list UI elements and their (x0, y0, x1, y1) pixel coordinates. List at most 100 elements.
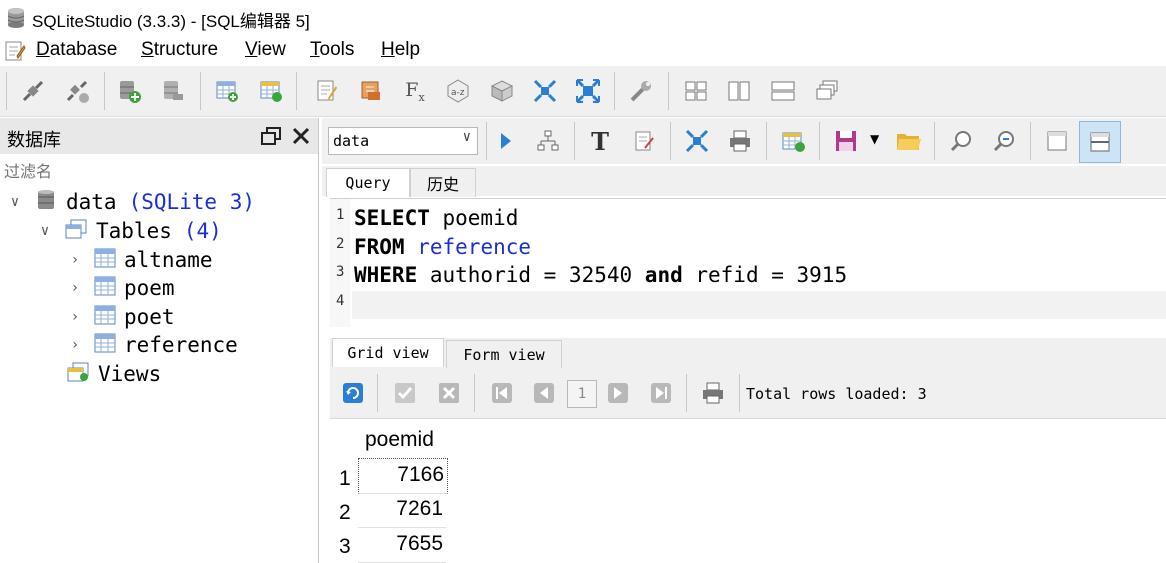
explain-query-icon[interactable] (533, 126, 563, 156)
tab-grid-view[interactable]: Grid view (332, 338, 444, 367)
disconnect-db-icon[interactable] (62, 76, 92, 106)
tree-views[interactable]: Views (66, 360, 161, 388)
cascade-windows-icon[interactable] (812, 76, 842, 106)
row-number[interactable]: 3 (339, 535, 351, 559)
database-name: data (66, 190, 117, 214)
edit-table-icon[interactable] (256, 76, 286, 106)
filter-input[interactable] (4, 162, 304, 181)
float-dock-icon[interactable] (260, 126, 282, 150)
next-page-icon[interactable] (603, 378, 633, 408)
line-number: 4 (336, 293, 345, 309)
chevron-right-icon[interactable]: › (66, 309, 84, 325)
menu-help[interactable]: Help (381, 39, 420, 61)
create-view-icon[interactable] (778, 126, 808, 156)
tree-table-item[interactable]: › reference (66, 331, 238, 359)
edit-database-icon[interactable] (158, 76, 188, 106)
main-toolbar: Fx a-z (0, 66, 1166, 117)
close-icon[interactable] (291, 126, 311, 150)
menu-view[interactable]: View (245, 39, 286, 61)
menu-tools[interactable]: Tools (310, 39, 354, 61)
table-cell[interactable]: 7655 (358, 528, 446, 563)
chevron-right-icon[interactable]: › (66, 252, 84, 268)
dock-header: 数据库 (0, 118, 318, 154)
refresh-icon[interactable] (338, 378, 368, 408)
previous-page-icon[interactable] (529, 378, 559, 408)
find-icon[interactable] (946, 126, 976, 156)
tab-form-view[interactable]: Form view (446, 340, 562, 369)
tile-vertical-icon[interactable] (768, 76, 798, 106)
sql-line-2: FROM reference (354, 235, 532, 259)
window-title: SQLiteStudio (3.3.3) - [SQL编辑器 5] (32, 12, 310, 31)
sql-editor[interactable]: 1 2 3 4 SELECT poemid FROM reference WHE… (330, 198, 1166, 327)
table-cell[interactable]: 7261 (358, 493, 446, 528)
rollback-icon[interactable] (434, 378, 464, 408)
print-icon[interactable] (725, 126, 755, 156)
collapse-tree-icon[interactable] (530, 76, 560, 106)
config-wrench-icon[interactable] (626, 76, 656, 106)
tables-label: Tables (96, 219, 172, 243)
create-table-icon[interactable] (212, 76, 242, 106)
results-grid: poemid 1 2 3 7166 7261 7655 (330, 420, 1166, 563)
connect-db-icon[interactable] (18, 76, 48, 106)
tree-table-item[interactable]: › poet (66, 303, 175, 331)
table-cell[interactable]: 7166 (358, 458, 448, 494)
export-results-icon[interactable] (698, 378, 728, 408)
clear-history-icon[interactable] (629, 126, 659, 156)
chevron-right-icon[interactable]: › (66, 337, 84, 353)
save-sql-icon[interactable] (831, 126, 861, 156)
tree-database-data[interactable]: ∨ data (SQLite 3) (6, 188, 255, 216)
line-number: 2 (336, 236, 345, 252)
mnemonic-letter: H (381, 39, 395, 60)
menu-database[interactable]: Database (36, 39, 117, 61)
functions-editor-icon[interactable]: Fx (400, 76, 430, 106)
extensions-manager-icon[interactable] (487, 76, 517, 106)
tab-query[interactable]: Query (326, 168, 410, 197)
editor-only-view-icon[interactable] (1042, 126, 1072, 156)
tile-windows-icon[interactable] (681, 76, 711, 106)
chevron-down-icon[interactable]: ∨ (463, 129, 471, 145)
chevron-down-icon[interactable]: ∨ (6, 194, 24, 210)
expand-tree-icon[interactable] (573, 76, 603, 106)
tile-horizontal-icon[interactable] (724, 76, 754, 106)
format-sql-icon[interactable]: T (585, 126, 615, 156)
add-database-icon[interactable] (114, 76, 144, 106)
commit-icon[interactable] (390, 378, 420, 408)
views-label: Views (98, 362, 162, 386)
tab-history[interactable]: 历史 (410, 168, 476, 197)
first-page-icon[interactable] (487, 378, 517, 408)
open-sql-file-icon[interactable] (894, 126, 924, 156)
mnemonic-letter: V (245, 39, 258, 60)
row-number[interactable]: 1 (339, 467, 351, 491)
ddl-history-icon[interactable] (356, 76, 386, 106)
column-header[interactable]: poemid (358, 420, 448, 458)
database-select[interactable]: data ∨ (328, 127, 478, 155)
menu-structure[interactable]: Structure (141, 39, 218, 61)
current-line-highlight (352, 291, 1166, 319)
expand-view-icon[interactable] (682, 126, 712, 156)
find-replace-icon[interactable] (989, 126, 1019, 156)
menu-bar: Database Structure View Tools Help (0, 36, 1166, 66)
line-number-gutter: 1 2 3 4 (330, 199, 350, 327)
page-number-field[interactable]: 1 (567, 380, 597, 408)
split-view-button[interactable] (1079, 121, 1121, 163)
editor-tabs: Query 历史 (322, 166, 1166, 197)
row-number[interactable]: 2 (339, 501, 351, 525)
chevron-right-icon[interactable]: › (66, 280, 84, 296)
views-folder-icon (66, 361, 90, 388)
collations-editor-icon[interactable]: a-z (443, 76, 473, 106)
mnemonic-letter: S (141, 39, 154, 60)
table-icon (94, 333, 116, 358)
cell-poemid: 7261 (396, 497, 443, 520)
chevron-down-icon[interactable]: ∨ (36, 223, 54, 239)
save-dropdown-arrow-icon[interactable]: ▼ (870, 132, 879, 146)
toolbar-grip (6, 72, 7, 110)
database-icon (36, 188, 56, 217)
tree-table-item[interactable]: › altname (66, 246, 213, 274)
tree-table-item[interactable]: › poem (66, 274, 175, 302)
open-sql-editor-icon[interactable] (312, 76, 342, 106)
tree-tables[interactable]: ∨ Tables (4) (36, 217, 222, 245)
execute-query-icon[interactable] (490, 126, 520, 156)
cell-poemid: 7655 (396, 532, 443, 555)
tables-folder-icon (64, 218, 88, 245)
last-page-icon[interactable] (646, 378, 676, 408)
